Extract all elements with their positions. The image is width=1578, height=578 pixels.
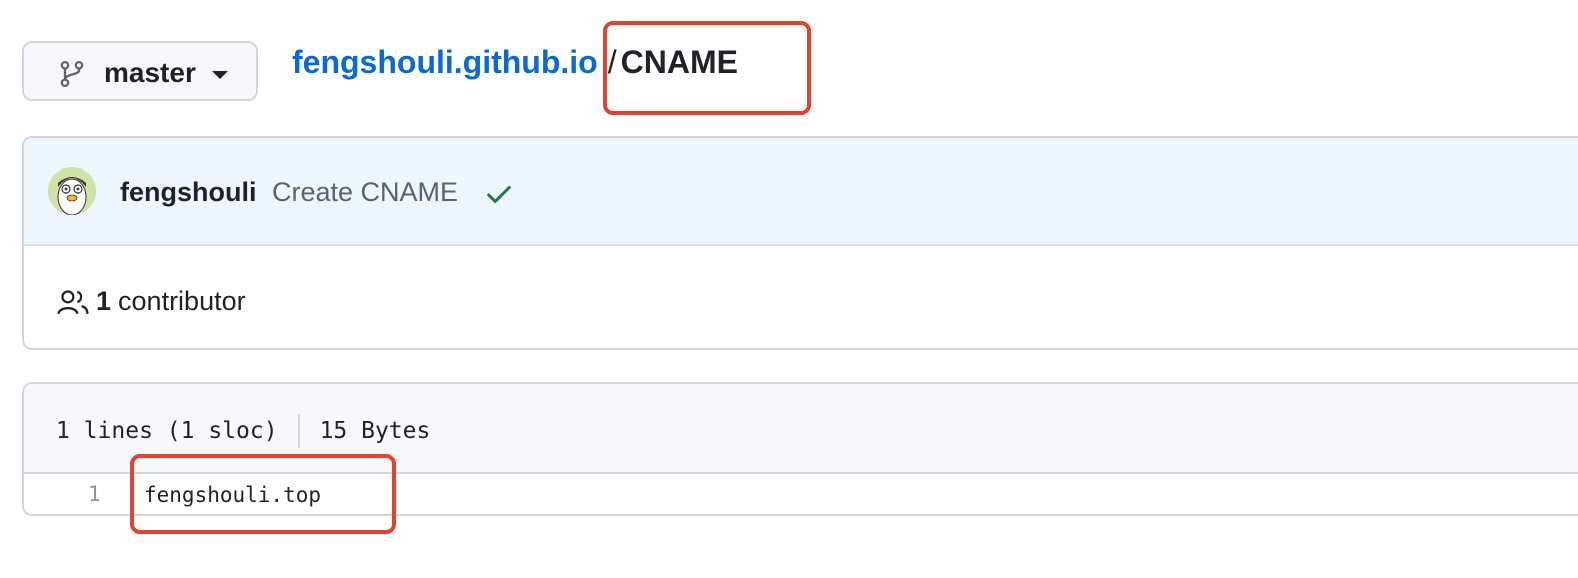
annotation-highlight-code <box>130 454 396 534</box>
avatar-image <box>48 167 96 215</box>
file-info: 1 lines (1 sloc) 15 Bytes <box>56 414 430 448</box>
commit-box: fengshouli Create CNAME 1 contributor <box>22 136 1578 350</box>
breadcrumb-repo-link[interactable]: fengshouli.github.io <box>292 44 598 80</box>
chevron-down-icon <box>212 71 228 79</box>
commit-message-link[interactable]: Create CNAME <box>272 177 458 208</box>
check-icon[interactable] <box>484 179 514 209</box>
annotation-highlight-filename <box>603 21 811 115</box>
commit-author-link[interactable]: fengshouli <box>120 177 257 208</box>
file-size: 15 Bytes <box>319 418 431 444</box>
line-number[interactable]: 1 <box>88 482 101 506</box>
branch-selector-button[interactable]: master <box>22 41 258 101</box>
contributors-row[interactable]: 1 contributor <box>56 286 246 317</box>
file-info-divider <box>297 414 300 448</box>
latest-commit-header: fengshouli Create CNAME <box>24 138 1578 246</box>
file-line-count: 1 lines (1 sloc) <box>56 418 278 444</box>
avatar[interactable] <box>48 167 96 215</box>
git-branch-icon <box>60 60 84 88</box>
contributor-count: 1 <box>96 286 112 316</box>
people-icon <box>57 289 89 314</box>
branch-name: master <box>104 57 196 88</box>
contributor-label: contributor <box>118 286 246 316</box>
